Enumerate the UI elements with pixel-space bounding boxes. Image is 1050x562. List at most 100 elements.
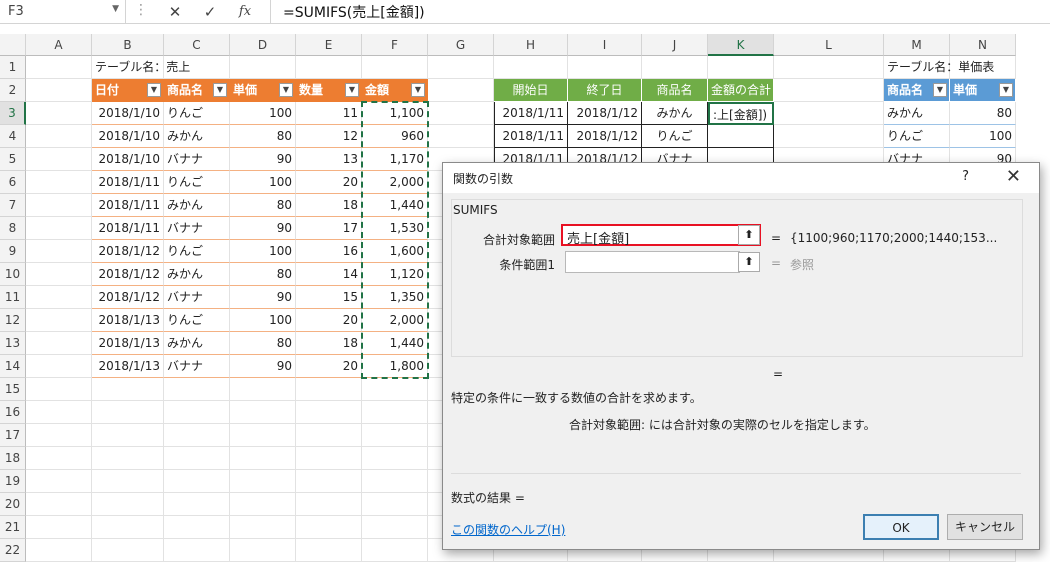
grid-cell[interactable] bbox=[164, 401, 230, 424]
row-header-7[interactable]: 7 bbox=[0, 194, 26, 217]
grid-cell[interactable] bbox=[494, 56, 568, 79]
product-cell[interactable]: りんご bbox=[164, 171, 230, 194]
column-header-m[interactable]: M bbox=[884, 34, 950, 56]
row-header-10[interactable]: 10 bbox=[0, 263, 26, 286]
grid-cell[interactable] bbox=[92, 539, 164, 562]
value-cell[interactable]: 16 bbox=[296, 240, 362, 263]
row-header-1[interactable]: 1 bbox=[0, 56, 26, 79]
grid-cell[interactable] bbox=[26, 516, 92, 539]
cancel-icon[interactable]: ✕ bbox=[162, 1, 188, 23]
collapse-dialog-icon-2[interactable]: ⬆ bbox=[738, 252, 760, 272]
grid-cell[interactable] bbox=[296, 470, 362, 493]
grid-cell[interactable] bbox=[296, 447, 362, 470]
grid-cell[interactable] bbox=[774, 125, 884, 148]
product-cell[interactable]: バナナ bbox=[164, 286, 230, 309]
value-cell[interactable]: 90 bbox=[230, 217, 296, 240]
value-cell[interactable]: 90 bbox=[230, 148, 296, 171]
grid-cell[interactable] bbox=[164, 447, 230, 470]
criteria-header-cell[interactable]: 終了日 bbox=[568, 79, 642, 102]
column-header-h[interactable]: H bbox=[494, 34, 568, 56]
grid-cell[interactable] bbox=[774, 56, 884, 79]
help-icon[interactable]: ? bbox=[962, 169, 969, 184]
row-header-20[interactable]: 20 bbox=[0, 493, 26, 516]
criteria-header-cell[interactable]: 開始日 bbox=[494, 79, 568, 102]
chevron-down-icon[interactable]: ▼ bbox=[112, 4, 119, 14]
date-cell[interactable]: 2018/1/13 bbox=[92, 309, 164, 332]
grid-cell[interactable] bbox=[26, 378, 92, 401]
grid-cell[interactable] bbox=[362, 378, 428, 401]
grid-cell[interactable] bbox=[26, 240, 92, 263]
grid-cell[interactable] bbox=[26, 79, 92, 102]
value-cell[interactable]: 100 bbox=[230, 309, 296, 332]
column-header-b[interactable]: B bbox=[92, 34, 164, 56]
value-cell[interactable]: 100 bbox=[230, 240, 296, 263]
price-header-cell[interactable]: 単価 ▼ bbox=[950, 79, 1016, 102]
grid-cell[interactable] bbox=[296, 424, 362, 447]
grid-cell[interactable] bbox=[26, 56, 92, 79]
price-header-cell[interactable]: 商品名 ▼ bbox=[884, 79, 950, 102]
grid-cell[interactable] bbox=[92, 424, 164, 447]
criteria-cell[interactable] bbox=[708, 125, 774, 148]
criteria-cell[interactable]: 2018/1/11 bbox=[494, 125, 568, 148]
grid-cell[interactable] bbox=[230, 378, 296, 401]
column-header-f[interactable]: F bbox=[362, 34, 428, 56]
product-cell[interactable]: バナナ bbox=[164, 148, 230, 171]
criteria-cell[interactable]: 2018/1/12 bbox=[568, 102, 642, 125]
grid-cell[interactable] bbox=[708, 56, 774, 79]
row-header-21[interactable]: 21 bbox=[0, 516, 26, 539]
grid-cell[interactable] bbox=[568, 56, 642, 79]
product-cell[interactable]: りんご bbox=[164, 102, 230, 125]
sales-header-cell[interactable]: 金額 ▼ bbox=[362, 79, 428, 102]
row-header-8[interactable]: 8 bbox=[0, 217, 26, 240]
grid-cell[interactable] bbox=[26, 286, 92, 309]
date-cell[interactable]: 2018/1/10 bbox=[92, 102, 164, 125]
formula-input[interactable]: =SUMIFS(売上[金額]) bbox=[270, 0, 1050, 23]
value-cell[interactable]: 100 bbox=[230, 102, 296, 125]
grid-cell[interactable] bbox=[230, 447, 296, 470]
product-cell[interactable]: みかん bbox=[164, 125, 230, 148]
grid-cell[interactable] bbox=[296, 56, 362, 79]
row-header-4[interactable]: 4 bbox=[0, 125, 26, 148]
sales-header-cell[interactable]: 数量 ▼ bbox=[296, 79, 362, 102]
sales-header-cell[interactable]: 単価 ▼ bbox=[230, 79, 296, 102]
date-cell[interactable]: 2018/1/10 bbox=[92, 125, 164, 148]
filter-dropdown-icon[interactable]: ▼ bbox=[345, 83, 359, 97]
grid-cell[interactable] bbox=[26, 355, 92, 378]
column-header-i[interactable]: I bbox=[568, 34, 642, 56]
filter-dropdown-icon[interactable]: ▼ bbox=[999, 83, 1013, 97]
grid-cell[interactable] bbox=[230, 470, 296, 493]
grid-cell[interactable] bbox=[428, 56, 494, 79]
dialog-title-bar[interactable]: 関数の引数 ? ✕ bbox=[443, 163, 1039, 193]
row-header-11[interactable]: 11 bbox=[0, 286, 26, 309]
close-icon[interactable]: ✕ bbox=[1006, 166, 1021, 187]
date-cell[interactable]: 2018/1/12 bbox=[92, 263, 164, 286]
grid-cell[interactable] bbox=[362, 539, 428, 562]
row-header-13[interactable]: 13 bbox=[0, 332, 26, 355]
product-cell[interactable]: みかん bbox=[164, 332, 230, 355]
product-cell[interactable]: りんご bbox=[164, 240, 230, 263]
sales-header-cell[interactable]: 商品名 ▼ bbox=[164, 79, 230, 102]
date-cell[interactable]: 2018/1/11 bbox=[92, 171, 164, 194]
row-header-14[interactable]: 14 bbox=[0, 355, 26, 378]
value-cell[interactable]: 20 bbox=[296, 355, 362, 378]
column-header-k[interactable]: K bbox=[708, 34, 774, 56]
grid-cell[interactable] bbox=[26, 194, 92, 217]
insert-function-icon[interactable]: fx bbox=[232, 1, 258, 23]
value-cell[interactable]: 100 bbox=[230, 171, 296, 194]
value-cell[interactable]: 18 bbox=[296, 194, 362, 217]
value-cell[interactable]: 15 bbox=[296, 286, 362, 309]
grid-cell[interactable] bbox=[296, 539, 362, 562]
row-header-3[interactable]: 3 bbox=[0, 102, 26, 125]
grid-cell[interactable] bbox=[92, 447, 164, 470]
price-cell[interactable]: 80 bbox=[950, 102, 1016, 125]
grid-cell[interactable] bbox=[26, 263, 92, 286]
grid-cell[interactable] bbox=[164, 539, 230, 562]
product-cell[interactable]: バナナ bbox=[164, 355, 230, 378]
grid-cell[interactable] bbox=[26, 470, 92, 493]
grid-cell[interactable] bbox=[296, 378, 362, 401]
product-cell[interactable]: みかん bbox=[164, 263, 230, 286]
grid-cell[interactable] bbox=[164, 378, 230, 401]
name-box[interactable]: F3 ▼ bbox=[0, 0, 126, 23]
value-cell[interactable]: 80 bbox=[230, 332, 296, 355]
column-header-n[interactable]: N bbox=[950, 34, 1016, 56]
